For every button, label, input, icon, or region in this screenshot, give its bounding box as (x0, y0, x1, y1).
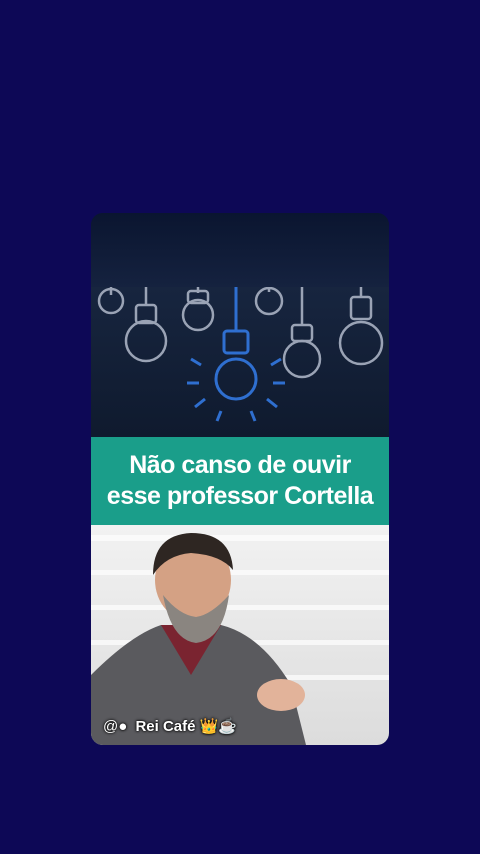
lightbulbs-illustration (91, 287, 389, 437)
video-card[interactable]: Não canso de ouvir esse professor Cortel… (91, 213, 389, 745)
crown-coffee-icon: 👑☕ (199, 718, 238, 735)
speaker-photo: @● Rei Café 👑☕ (91, 525, 389, 745)
video-top-band (91, 213, 389, 287)
channel-watermark: @● Rei Café 👑☕ (103, 717, 237, 735)
caption-line-1: Não canso de ouvir (129, 451, 351, 479)
caption-line-2: esse professor Cortella (106, 482, 374, 510)
video-caption: Não canso de ouvir esse professor Cortel… (91, 437, 389, 525)
channel-name: Rei Café (135, 718, 196, 735)
at-handle: @● (103, 718, 128, 735)
